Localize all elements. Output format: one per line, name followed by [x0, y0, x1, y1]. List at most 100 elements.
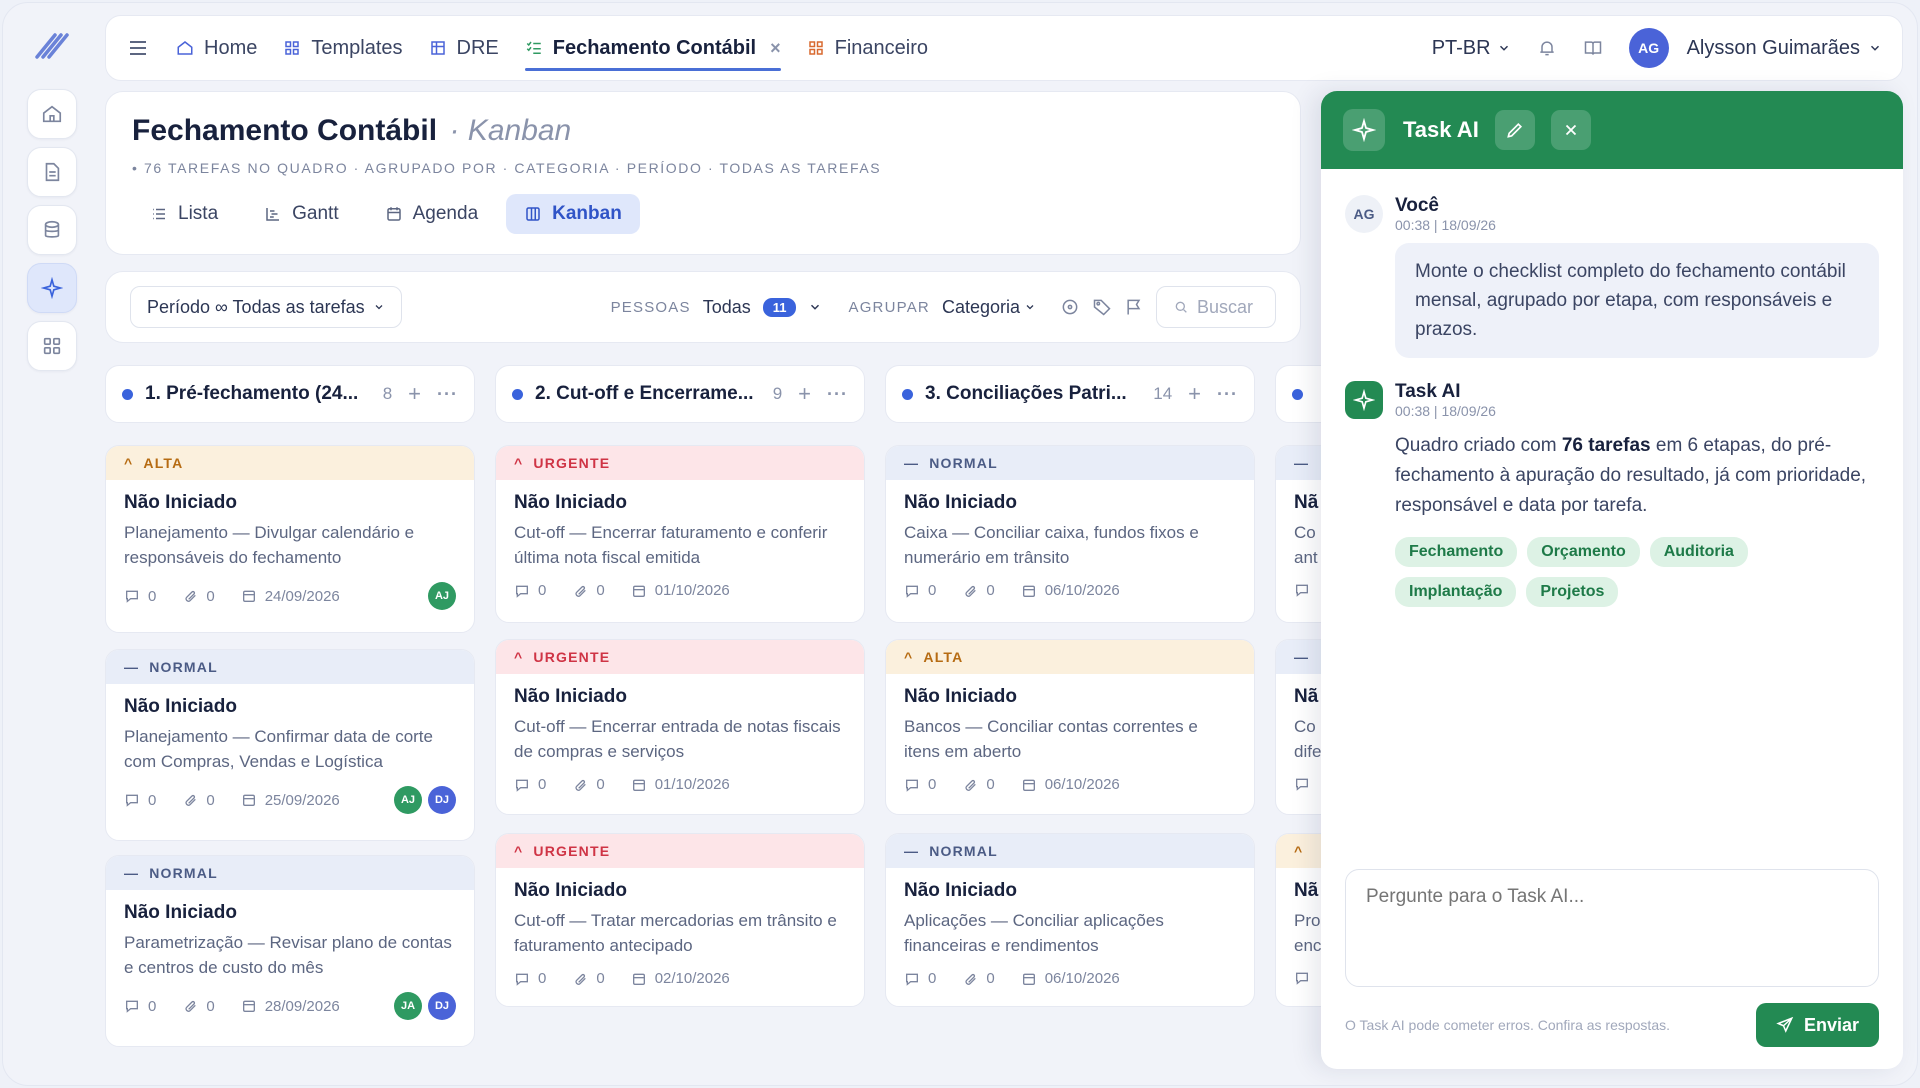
rail-apps-button[interactable]: [27, 321, 77, 371]
task-card[interactable]: ^ ALTA Não Iniciado Planejamento — Divulg…: [105, 445, 475, 633]
view-tab-kanban[interactable]: Kanban: [506, 194, 640, 234]
avatar[interactable]: JA: [394, 992, 422, 1020]
task-card[interactable]: ^ ALTA Não Iniciado Bancos — Conciliar co…: [885, 639, 1255, 815]
tab-label: Home: [204, 36, 258, 59]
tab-financeiro[interactable]: Financeiro: [807, 15, 928, 81]
filter-bar: Período ∞ Todas as tarefas PESSOAS Todas…: [105, 271, 1301, 343]
message-time: 00:38 | 18/09/26: [1395, 217, 1496, 233]
chevron-up-icon: ^: [514, 455, 524, 471]
card-description: Planejamento — Confirmar data de corte c…: [124, 727, 433, 771]
add-card-icon[interactable]: +: [1188, 381, 1201, 407]
avatar[interactable]: AJ: [428, 582, 456, 610]
send-label: Enviar: [1803, 1014, 1859, 1035]
attachment-count: 0: [206, 587, 215, 605]
task-card[interactable]: ^ URGENTE Não Iniciado Cut-off — Encerrar…: [495, 639, 865, 815]
task-card[interactable]: — NORMAL Não Iniciado Parametrização — Re…: [105, 855, 475, 1047]
more-options-icon[interactable]: ···: [827, 384, 848, 405]
task-card[interactable]: — NORMAL Não Iniciado Caixa — Conciliar c…: [885, 445, 1255, 623]
attachment-count: 0: [986, 776, 995, 793]
view-tab-lista[interactable]: Lista: [132, 194, 236, 234]
column-header[interactable]: 3. Conciliações Patri... 14 + ···: [885, 365, 1255, 423]
status-filter-icon[interactable]: [1060, 297, 1080, 317]
task-card[interactable]: ^ URGENTE Não Iniciado Cut-off — Encerrar…: [495, 445, 865, 623]
edit-button[interactable]: [1494, 110, 1535, 150]
tag-icon[interactable]: [1092, 297, 1112, 317]
document-icon: [45, 162, 60, 182]
comment-icon: [126, 794, 138, 807]
search-input[interactable]: Buscar: [1156, 286, 1276, 328]
more-options-icon[interactable]: ···: [1217, 384, 1238, 405]
column-header[interactable]: 1. Pré-fechamento (24... 8 + ···: [105, 365, 475, 423]
card-description: Cut-off — Encerrar faturamento e conferi…: [514, 523, 828, 567]
card-footer: [1294, 776, 1321, 792]
card-status: Não Iniciado: [514, 880, 627, 901]
kanban-column-partial: [1275, 365, 1321, 423]
menu-icon[interactable]: [126, 36, 150, 60]
group-value[interactable]: Categoria: [942, 297, 1020, 318]
user-menu[interactable]: Alysson Guimarães: [1687, 37, 1882, 60]
task-card[interactable]: ^ Nã Pro enc: [1275, 833, 1321, 1007]
priority-bar: ^: [1276, 834, 1321, 868]
view-tab-agenda[interactable]: Agenda: [367, 194, 497, 234]
chip-projetos[interactable]: Projetos: [1526, 577, 1619, 607]
sparkle-icon: [1353, 389, 1375, 411]
view-tab-gantt[interactable]: Gantt: [246, 194, 356, 234]
rail-documents-button[interactable]: [27, 147, 77, 197]
ai-prompt-input[interactable]: [1345, 869, 1879, 987]
chip-implantacao[interactable]: Implantação: [1395, 577, 1517, 607]
rail-database-button[interactable]: [27, 205, 77, 255]
tab-home[interactable]: Home: [176, 15, 257, 81]
card-description: Parametrização — Revisar plano de contas…: [124, 933, 452, 977]
top-bar: Home Templates DRE Fechamento Contábil ×…: [105, 15, 1903, 81]
attachment-count: 0: [596, 582, 605, 599]
task-card[interactable]: — Nã Co dife: [1275, 639, 1321, 815]
bell-icon[interactable]: [1537, 38, 1557, 58]
rail-home-button[interactable]: [27, 89, 77, 139]
due-date: 06/10/2026: [1044, 970, 1120, 987]
add-card-icon[interactable]: +: [408, 381, 421, 407]
close-tab-icon[interactable]: ×: [770, 38, 781, 59]
attachment-count: 0: [596, 776, 605, 793]
language-select[interactable]: PT-BR: [1432, 37, 1511, 60]
priority-label: NORMAL: [929, 455, 998, 471]
send-button[interactable]: Enviar: [1755, 1003, 1879, 1047]
card-footer: 0 0 01/10/2026: [514, 582, 846, 599]
avatar[interactable]: DJ: [428, 992, 456, 1020]
tab-templates[interactable]: Templates: [283, 15, 403, 81]
chip-fechamento[interactable]: Fechamento: [1395, 537, 1518, 567]
book-icon[interactable]: [1583, 38, 1603, 58]
close-panel-button[interactable]: [1550, 110, 1591, 150]
chip-orcamento[interactable]: Orçamento: [1527, 537, 1640, 567]
task-card[interactable]: — NORMAL Não Iniciado Planejamento — Conf…: [105, 649, 475, 841]
language-label: PT-BR: [1431, 36, 1491, 59]
task-card[interactable]: ^ URGENTE Não Iniciado Cut-off — Tratar m…: [495, 833, 865, 1007]
card-description: Co ant: [1294, 520, 1321, 570]
user-avatar[interactable]: AG: [1628, 28, 1669, 68]
period-filter-button[interactable]: Período ∞ Todas as tarefas: [130, 286, 402, 328]
add-card-icon[interactable]: +: [798, 381, 811, 407]
column-header[interactable]: [1275, 365, 1321, 423]
app-logo[interactable]: [33, 31, 69, 61]
avatar[interactable]: DJ: [428, 786, 456, 814]
flag-icon[interactable]: [1124, 297, 1144, 317]
chevron-up-icon: ^: [1294, 843, 1304, 859]
message-bubble: Monte o checklist completo do fechamento…: [1395, 243, 1879, 358]
comment-icon: [1296, 972, 1308, 985]
tab-fechamento-contabil[interactable]: Fechamento Contábil ×: [524, 15, 781, 81]
chip-auditoria[interactable]: Auditoria: [1649, 537, 1748, 567]
card-status: Não Iniciado: [904, 492, 1017, 513]
chevron-down-icon[interactable]: [1024, 301, 1036, 313]
more-options-icon[interactable]: ···: [437, 384, 458, 405]
people-value[interactable]: Todas: [703, 297, 751, 318]
avatar[interactable]: AJ: [394, 786, 422, 814]
comment-count: 0: [148, 791, 157, 809]
column-header[interactable]: 2. Cut-off e Encerrame... 9 + ···: [495, 365, 865, 423]
rail-ai-button[interactable]: [27, 263, 77, 313]
task-card[interactable]: — Nã Co ant: [1275, 445, 1321, 623]
column-dot: [122, 388, 133, 400]
assignees: JA DJ: [394, 992, 456, 1020]
card-status: Não Iniciado: [514, 686, 627, 707]
tab-dre[interactable]: DRE: [429, 15, 499, 81]
task-card[interactable]: — NORMAL Não Iniciado Aplicações — Concil…: [885, 833, 1255, 1007]
chevron-down-icon[interactable]: [808, 300, 822, 314]
